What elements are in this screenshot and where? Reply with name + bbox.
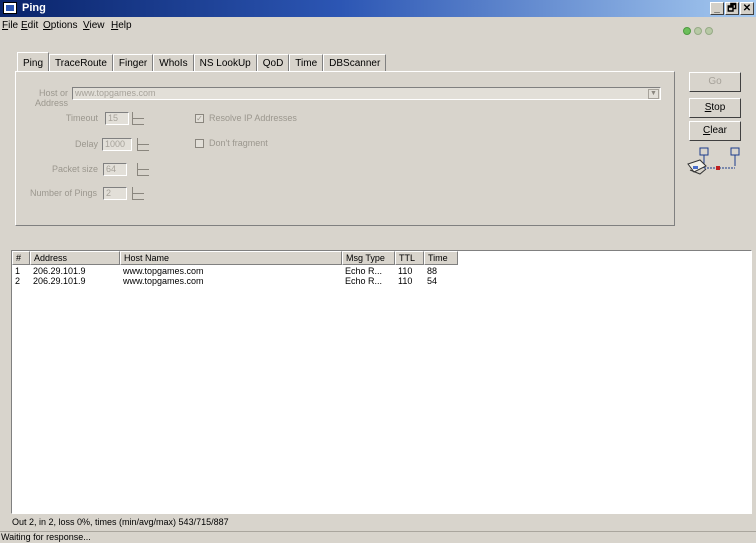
host-value: www.topgames.com <box>75 88 156 98</box>
tab-ping[interactable]: Ping <box>17 52 50 72</box>
tab-traceroute[interactable]: TraceRoute <box>49 54 113 72</box>
window-title: Ping <box>22 2 46 14</box>
tab-time[interactable]: Time <box>289 54 324 72</box>
menu-file[interactable]: File <box>2 20 18 31</box>
packet-size-spinner[interactable] <box>137 163 149 176</box>
tab-finger[interactable]: Finger <box>112 54 154 72</box>
pings-input[interactable]: 2 <box>103 187 127 200</box>
results-list[interactable]: # Address Host Name Msg Type TTL Time 1 … <box>11 250 752 514</box>
cell-host-name: www.topgames.com <box>123 276 204 286</box>
delay-spinner[interactable] <box>137 138 149 151</box>
close-button[interactable]: ✕ <box>740 2 754 15</box>
resolve-checkbox[interactable]: ✓ <box>195 114 204 123</box>
status-light-icon <box>705 27 713 35</box>
column-header-index[interactable]: # <box>12 251 30 265</box>
column-header-address[interactable]: Address <box>30 251 120 265</box>
cell-msg-type: Echo R... <box>345 266 383 276</box>
dont-fragment-checkbox[interactable] <box>195 139 204 148</box>
menu-bar: File Edit Options View Help <box>0 18 756 35</box>
cell-time: 54 <box>427 276 438 286</box>
restore-button[interactable]: 🗗 <box>725 2 739 15</box>
cell-address: 206.29.101.9 <box>33 266 86 276</box>
resolve-label: Resolve IP Addresses <box>209 113 297 123</box>
cell-time: 88 <box>427 266 438 276</box>
host-label: Host or Address <box>34 88 68 108</box>
tab-nslookup[interactable]: NS LookUp <box>193 54 257 72</box>
minimize-button[interactable]: _ <box>710 2 724 15</box>
menu-view[interactable]: View <box>83 20 105 31</box>
tab-whois[interactable]: WhoIs <box>153 54 194 72</box>
go-button[interactable]: Go <box>689 72 741 92</box>
summary-status: Out 2, in 2, loss 0%, times (min/avg/max… <box>12 517 229 527</box>
results-header: # Address Host Name Msg Type TTL Time <box>12 251 458 265</box>
timeout-label: Timeout <box>65 113 98 123</box>
delay-input[interactable]: 1000 <box>102 138 132 151</box>
timeout-input[interactable]: 15 <box>105 112 129 125</box>
menu-options[interactable]: Options <box>43 20 77 31</box>
tab-dbscanner[interactable]: DBScanner <box>323 54 387 72</box>
column-header-ttl[interactable]: TTL <box>395 251 424 265</box>
cell-host-name: www.topgames.com <box>123 266 204 276</box>
cell-address: 206.29.101.9 <box>33 276 86 286</box>
menu-help[interactable]: Help <box>111 20 132 31</box>
status-light-icon <box>694 27 702 35</box>
clear-button[interactable]: Clear <box>689 121 741 141</box>
tab-strip: Ping TraceRoute Finger WhoIs NS LookUp Q… <box>17 52 387 72</box>
table-row[interactable]: 1 206.29.101.9 www.topgames.com Echo R..… <box>12 266 458 276</box>
column-header-msg-type[interactable]: Msg Type <box>342 251 395 265</box>
packet-size-input[interactable]: 64 <box>103 163 127 176</box>
cell-index: 1 <box>15 266 21 276</box>
settings-panel: Ping TraceRoute Finger WhoIs NS LookUp Q… <box>10 40 755 235</box>
column-header-time[interactable]: Time <box>424 251 458 265</box>
cell-ttl: 110 <box>398 276 413 286</box>
status-bar: Waiting for response... <box>0 531 756 543</box>
window-controls: _ 🗗 ✕ <box>710 2 754 15</box>
title-bar: Ping _ 🗗 ✕ <box>0 0 756 17</box>
timeout-spinner[interactable] <box>132 112 144 125</box>
cell-index: 2 <box>15 276 21 286</box>
delay-label: Delay <box>74 139 98 149</box>
packet-size-label: Packet size <box>51 164 98 174</box>
cell-ttl: 110 <box>398 266 413 276</box>
app-icon <box>3 2 17 14</box>
stop-button[interactable]: Stop <box>689 98 741 118</box>
dropdown-arrow-icon[interactable]: ▼ <box>648 89 659 99</box>
status-lights <box>683 27 713 35</box>
dont-fragment-label: Don't fragment <box>209 138 268 148</box>
host-combo[interactable]: www.topgames.com ▼ <box>72 87 661 100</box>
network-icon <box>687 147 740 175</box>
pings-spinner[interactable] <box>132 187 144 200</box>
column-header-host-name[interactable]: Host Name <box>120 251 342 265</box>
cell-msg-type: Echo R... <box>345 276 383 286</box>
tab-qod[interactable]: QoD <box>256 54 290 72</box>
table-row[interactable]: 2 206.29.101.9 www.topgames.com Echo R..… <box>12 276 458 286</box>
status-light-icon <box>683 27 691 35</box>
pings-label: Number of Pings <box>29 188 97 198</box>
menu-edit[interactable]: Edit <box>21 20 38 31</box>
